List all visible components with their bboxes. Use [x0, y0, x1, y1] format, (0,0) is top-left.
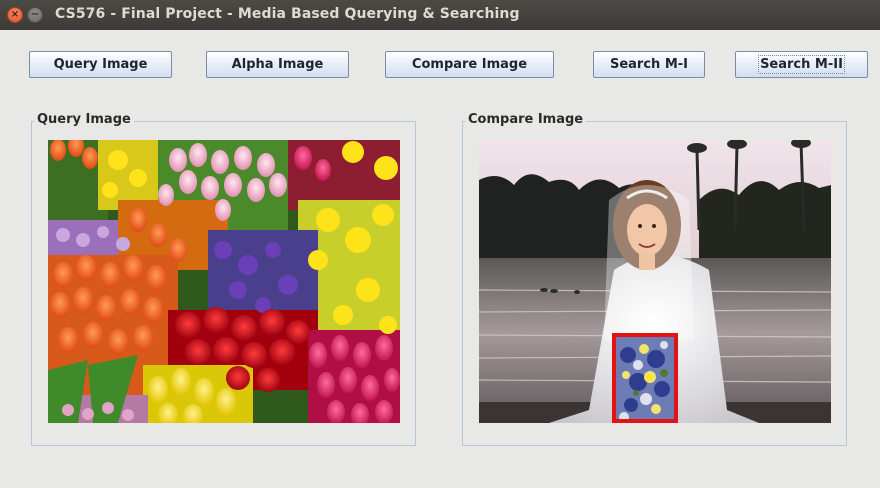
- title-bar: × − CS576 - Final Project - Media Based …: [0, 0, 880, 30]
- query-image: [48, 140, 400, 423]
- minimize-icon: −: [30, 9, 40, 20]
- match-region-box: [612, 333, 678, 423]
- search-m1-button[interactable]: Search M-I: [593, 51, 705, 78]
- compare-image-button[interactable]: Compare Image: [385, 51, 554, 78]
- query-image-panel-title: Query Image: [34, 112, 134, 127]
- close-icon: ×: [10, 9, 20, 20]
- window-title: CS576 - Final Project - Media Based Quer…: [55, 6, 520, 22]
- search-m1-button-label: Search M-I: [609, 57, 689, 72]
- alpha-image-button[interactable]: Alpha Image: [206, 51, 349, 78]
- close-window-button[interactable]: ×: [7, 7, 23, 23]
- alpha-image-button-label: Alpha Image: [231, 57, 324, 72]
- flower-bouquet-image: [48, 140, 400, 423]
- compare-image-button-label: Compare Image: [411, 57, 528, 72]
- compare-image: [479, 140, 831, 423]
- query-image-button-label: Query Image: [53, 57, 148, 72]
- search-m2-button[interactable]: Search M-II: [735, 51, 868, 78]
- bouquet-match-image: [616, 337, 674, 419]
- compare-image-panel-title: Compare Image: [465, 112, 587, 127]
- search-m2-button-label: Search M-II: [758, 55, 845, 74]
- query-image-button[interactable]: Query Image: [29, 51, 172, 78]
- minimize-window-button[interactable]: −: [27, 7, 43, 23]
